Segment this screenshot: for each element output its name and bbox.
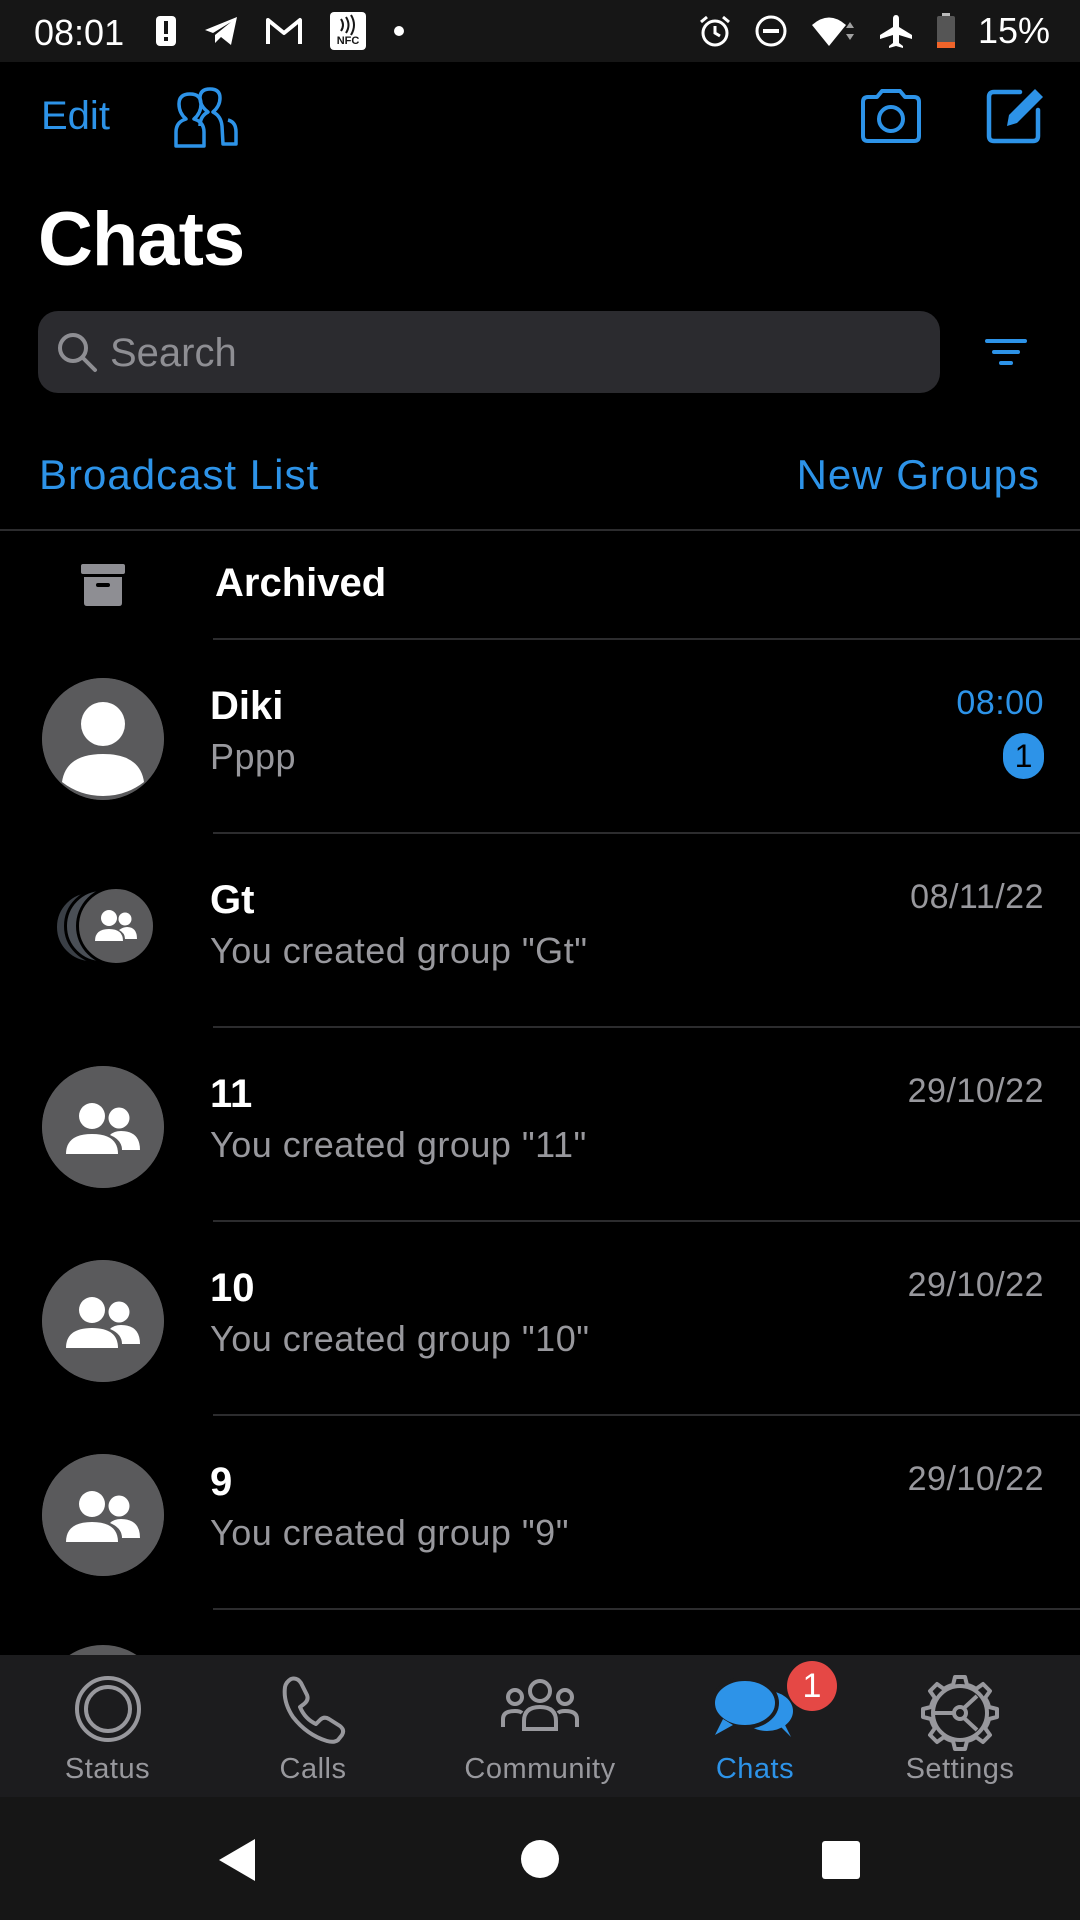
avatar — [42, 1066, 164, 1188]
chat-row-diki[interactable]: Diki Pppp 08:00 1 — [0, 640, 1080, 833]
chat-name: Gt — [210, 878, 255, 922]
search-bar[interactable] — [38, 311, 940, 395]
chat-row-gt[interactable]: Gt You created group "Gt" 08/11/22 — [0, 834, 1080, 1027]
avatar — [42, 1645, 164, 1655]
tab-calls[interactable]: Calls — [248, 1655, 378, 1797]
gmail-icon — [266, 18, 302, 44]
status-bar: 08:01 NFC 15% — [0, 0, 1080, 62]
svg-text:NFC: NFC — [337, 35, 360, 47]
battery-percent: 15% — [977, 10, 1050, 51]
avatar — [42, 1454, 164, 1576]
tab-label: Community — [464, 1753, 616, 1785]
filter-icon[interactable] — [984, 334, 1028, 370]
chat-row-11[interactable]: 11 You created group "11" 29/10/22 — [0, 1028, 1080, 1221]
chat-name: 11 — [210, 1072, 253, 1116]
search-icon — [58, 333, 97, 372]
back-icon[interactable] — [217, 1837, 257, 1883]
chat-last-message: You created group "10" — [210, 1318, 590, 1359]
dnd-icon — [755, 15, 787, 47]
tab-badge: 1 — [787, 1661, 837, 1711]
wifi-icon — [811, 17, 854, 46]
tab-bar: Status Calls Community Chats 1 Settings — [0, 1655, 1080, 1797]
chat-time: 29/10/22 — [907, 1460, 1044, 1498]
archive-icon — [81, 564, 125, 606]
chat-time: 29/10/22 — [907, 1072, 1044, 1110]
avatar — [42, 678, 164, 800]
chat-time: 08/11/22 — [910, 878, 1044, 916]
chat-last-message: Pppp — [210, 736, 297, 777]
gear-icon — [921, 1675, 999, 1751]
chat-time: 29/10/22 — [907, 1266, 1044, 1304]
group-icon — [42, 1454, 164, 1576]
edit-button[interactable]: Edit — [41, 94, 110, 139]
tab-chats[interactable]: Chats 1 — [690, 1655, 837, 1797]
dot-icon — [394, 26, 404, 36]
new-groups-link[interactable]: New Groups — [797, 451, 1040, 499]
tab-label: Chats — [715, 1753, 795, 1785]
recents-icon[interactable] — [821, 1840, 861, 1880]
tab-community[interactable]: Community — [450, 1655, 630, 1797]
unread-badge: 1 — [1003, 733, 1044, 779]
community-icon — [501, 1679, 579, 1731]
chat-name: 9 — [210, 1460, 233, 1504]
chat-last-message: You created group "11" — [210, 1124, 587, 1165]
system-nav-bar — [0, 1797, 1080, 1920]
tab-status[interactable]: Status — [40, 1655, 175, 1797]
chat-time: 08:00 — [956, 684, 1044, 722]
group-icon — [42, 1066, 164, 1188]
archived-label: Archived — [215, 561, 387, 605]
archived-row[interactable]: Archived — [0, 531, 1080, 639]
chat-row-10[interactable]: 10 You created group "10" 29/10/22 — [0, 1222, 1080, 1415]
tab-label: Calls — [279, 1753, 347, 1785]
group-icon — [95, 910, 137, 941]
compose-icon[interactable] — [984, 84, 1046, 146]
tab-label: Status — [64, 1753, 151, 1785]
status-right-icons: 15% — [698, 10, 1050, 52]
phone-icon — [282, 1676, 346, 1744]
people-icon[interactable] — [170, 86, 240, 150]
stacked-group-avatar — [50, 886, 160, 966]
chat-name: Diki — [210, 684, 284, 728]
broadcast-list-link[interactable]: Broadcast List — [39, 451, 319, 499]
group-icon — [42, 1260, 164, 1382]
page-title: Chats — [38, 197, 245, 282]
alert-icon — [156, 16, 176, 46]
avatar — [42, 1260, 164, 1382]
airplane-icon — [879, 15, 912, 48]
status-left-icons: NFC — [155, 10, 405, 52]
chat-last-message: You created group "9" — [210, 1512, 569, 1553]
battery-icon — [936, 13, 955, 48]
tab-label: Settings — [905, 1753, 1015, 1785]
status-time: 08:01 — [34, 12, 125, 53]
camera-icon[interactable] — [858, 88, 924, 144]
chat-name: 10 — [210, 1266, 255, 1310]
search-input[interactable] — [108, 311, 912, 395]
nfc-icon: NFC — [330, 12, 366, 50]
tab-settings[interactable]: Settings — [895, 1655, 1025, 1797]
status-icon — [74, 1676, 141, 1742]
person-icon — [42, 678, 164, 800]
home-icon[interactable] — [520, 1839, 560, 1879]
alarm-icon — [699, 15, 730, 47]
chat-last-message: You created group "Gt" — [210, 930, 588, 971]
telegram-icon — [205, 17, 237, 45]
divider — [213, 1608, 1080, 1610]
chat-row-9[interactable]: 9 You created group "9" 29/10/22 — [0, 1416, 1080, 1609]
